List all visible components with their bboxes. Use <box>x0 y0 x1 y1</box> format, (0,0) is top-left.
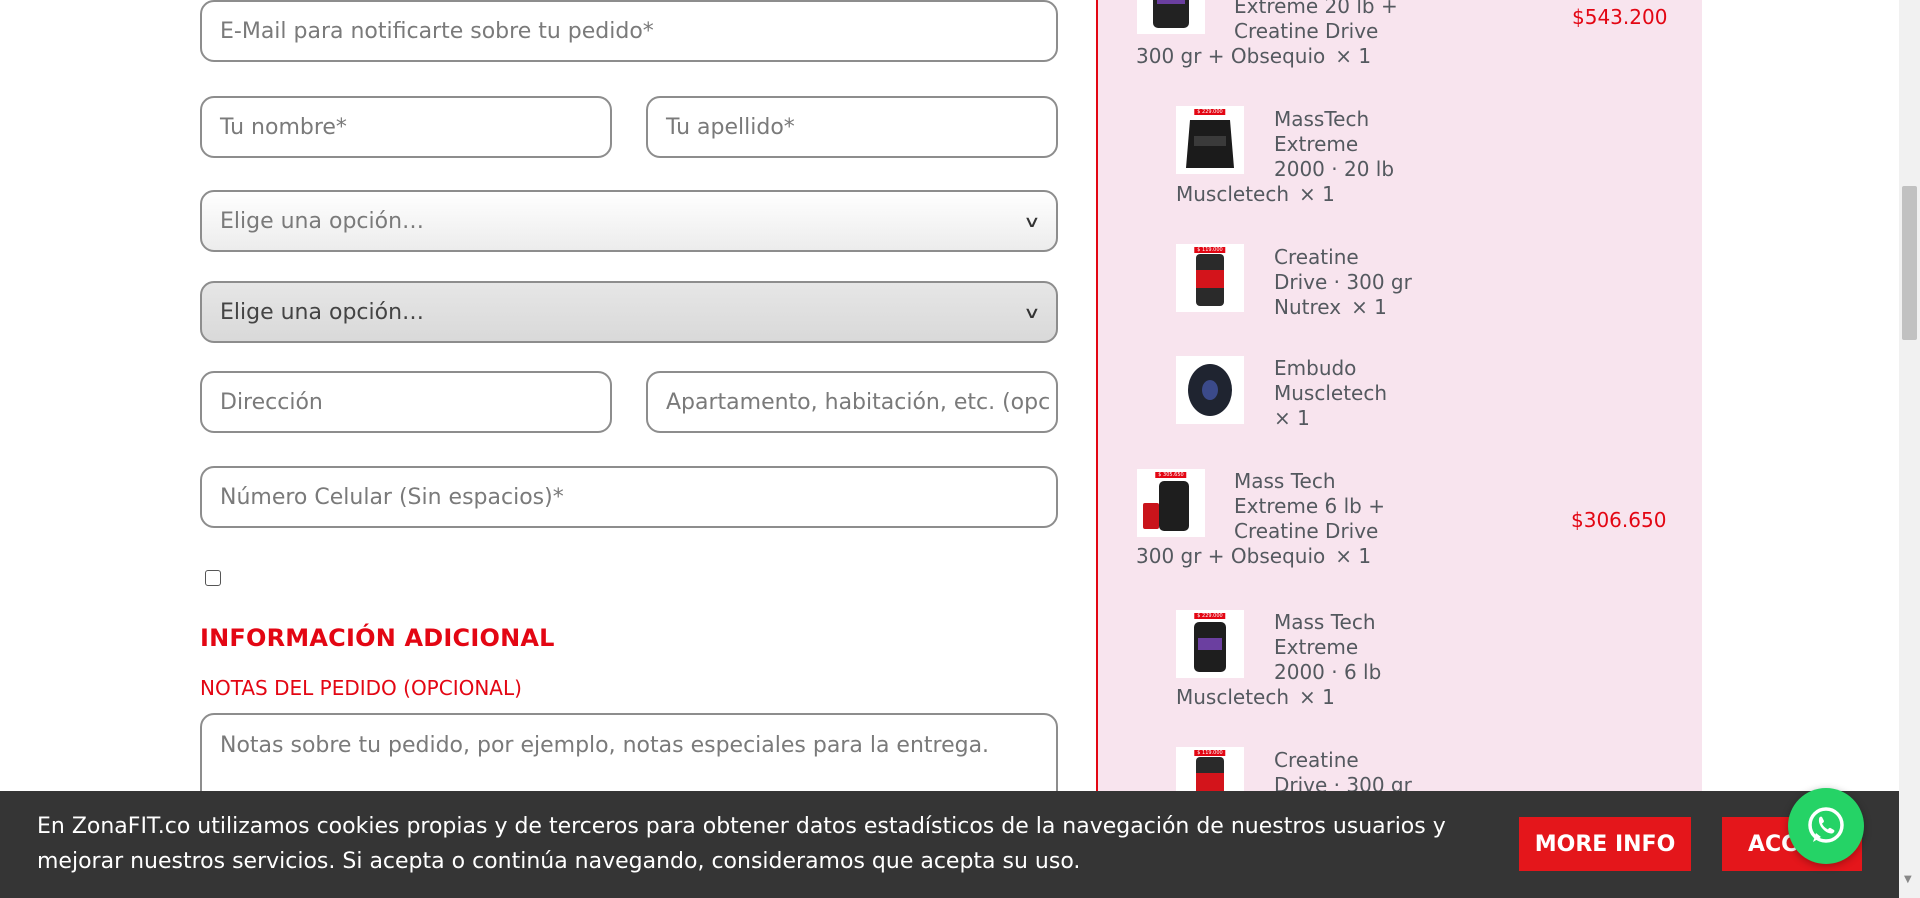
last-name-field[interactable]: Tu apellido* <box>646 96 1058 158</box>
more-info-button[interactable]: MORE INFO <box>1519 817 1691 871</box>
scrollbar-thumb[interactable] <box>1902 186 1917 340</box>
item-line: Creatine Drive <box>1234 19 1379 43</box>
item-line: Creatine Drive <box>1234 519 1379 543</box>
order-item-masstech-6lb: Mass Tech Extreme 2000 · 6 lb Muscletech… <box>1176 610 1436 710</box>
item-line: Muscletech <box>1274 381 1388 405</box>
whatsapp-icon <box>1808 807 1844 843</box>
item-qty: × 1 <box>1335 44 1372 68</box>
item-line: Creatine <box>1274 245 1359 269</box>
order-item-combo-6lb: Mass Tech Extreme 6 lb + Creatine Drive … <box>1136 469 1456 569</box>
item-line: 2000 · 20 lb <box>1274 157 1395 181</box>
city-select-value: Elige una opción… <box>220 299 425 325</box>
item-line: Muscletech <box>1176 685 1290 709</box>
item-line: Nutrex <box>1274 295 1342 319</box>
notes-placeholder: Notas sobre tu pedido, por ejemplo, nota… <box>220 733 990 758</box>
notes-label: NOTAS DEL PEDIDO (OPCIONAL) <box>200 676 522 700</box>
order-item-creatine: Creatine Drive · 300 gr Nutrex × 1 <box>1176 245 1436 320</box>
first-name-field[interactable]: Tu nombre* <box>200 96 612 158</box>
cookie-banner: En ZonaFIT.co utilizamos cookies propias… <box>0 791 1899 898</box>
item-line: Drive · 300 gr <box>1274 270 1412 294</box>
item-line: 2000 · 6 lb <box>1274 660 1382 684</box>
phone-placeholder: Número Celular (Sin espacios)* <box>220 484 564 510</box>
address-placeholder: Dirección <box>220 389 323 415</box>
item-line: Mass Tech <box>1234 469 1336 493</box>
first-name-placeholder: Tu nombre* <box>220 114 347 140</box>
order-item-combo-20lb: Extreme 20 lb + Creatine Drive 300 gr + … <box>1136 0 1456 69</box>
additional-info-title: INFORMACIÓN ADICIONAL <box>200 624 555 652</box>
ship-different-checkbox[interactable] <box>205 570 221 586</box>
item-qty: × 1 <box>1351 295 1387 319</box>
item-qty: × 1 <box>1299 182 1335 206</box>
item-qty: × 1 <box>1335 544 1372 568</box>
order-item-masstech-20lb: MassTech Extreme 2000 · 20 lb Muscletech… <box>1176 107 1436 207</box>
item-line: MassTech <box>1274 107 1370 131</box>
order-item-embudo: Embudo Muscletech × 1 <box>1176 356 1436 431</box>
item-line: Muscletech <box>1176 182 1290 206</box>
item-line: 300 gr + Obsequio <box>1136 44 1326 68</box>
phone-field[interactable]: Número Celular (Sin espacios)* <box>200 466 1058 528</box>
item-price: $543.200 <box>1572 5 1668 29</box>
department-select[interactable]: Elige una opción… ∨ <box>200 190 1058 252</box>
scroll-down-arrow-icon[interactable]: ▼ <box>1904 874 1912 885</box>
item-line: Extreme <box>1274 132 1359 156</box>
chevron-down-icon: ∨ <box>1023 211 1041 231</box>
last-name-placeholder: Tu apellido* <box>666 114 795 140</box>
item-line: 300 gr + Obsequio <box>1136 544 1326 568</box>
cookie-message-line: En ZonaFIT.co utilizamos cookies propias… <box>37 814 1446 839</box>
item-qty: × 1 <box>1274 406 1310 430</box>
item-price: $306.650 <box>1571 508 1667 532</box>
cookie-message-line: mejorar nuestros servicios. Si acepta o … <box>37 849 1081 874</box>
item-line: Mass Tech <box>1274 610 1376 634</box>
item-line: Extreme 20 lb + <box>1234 0 1398 18</box>
email-placeholder: E-Mail para notificarte sobre tu pedido* <box>220 18 654 44</box>
item-line: Extreme <box>1274 635 1359 659</box>
whatsapp-button[interactable] <box>1788 788 1864 864</box>
cookie-message: En ZonaFIT.co utilizamos cookies propias… <box>37 809 1487 879</box>
item-line: Extreme 6 lb + <box>1234 494 1385 518</box>
city-select[interactable]: Elige una opción… ∨ <box>200 281 1058 343</box>
item-qty: × 1 <box>1299 685 1335 709</box>
email-field[interactable]: E-Mail para notificarte sobre tu pedido* <box>200 0 1058 62</box>
page-scrollbar[interactable] <box>1899 0 1920 898</box>
department-select-value: Elige una opción… <box>220 208 425 234</box>
item-line: Creatine <box>1274 748 1359 772</box>
apartment-field[interactable]: Apartamento, habitación, etc. (opc <box>646 371 1058 433</box>
chevron-down-icon: ∨ <box>1023 302 1041 322</box>
address-field[interactable]: Dirección <box>200 371 612 433</box>
apartment-placeholder: Apartamento, habitación, etc. (opc <box>666 389 1051 415</box>
item-line: Embudo <box>1274 356 1357 380</box>
